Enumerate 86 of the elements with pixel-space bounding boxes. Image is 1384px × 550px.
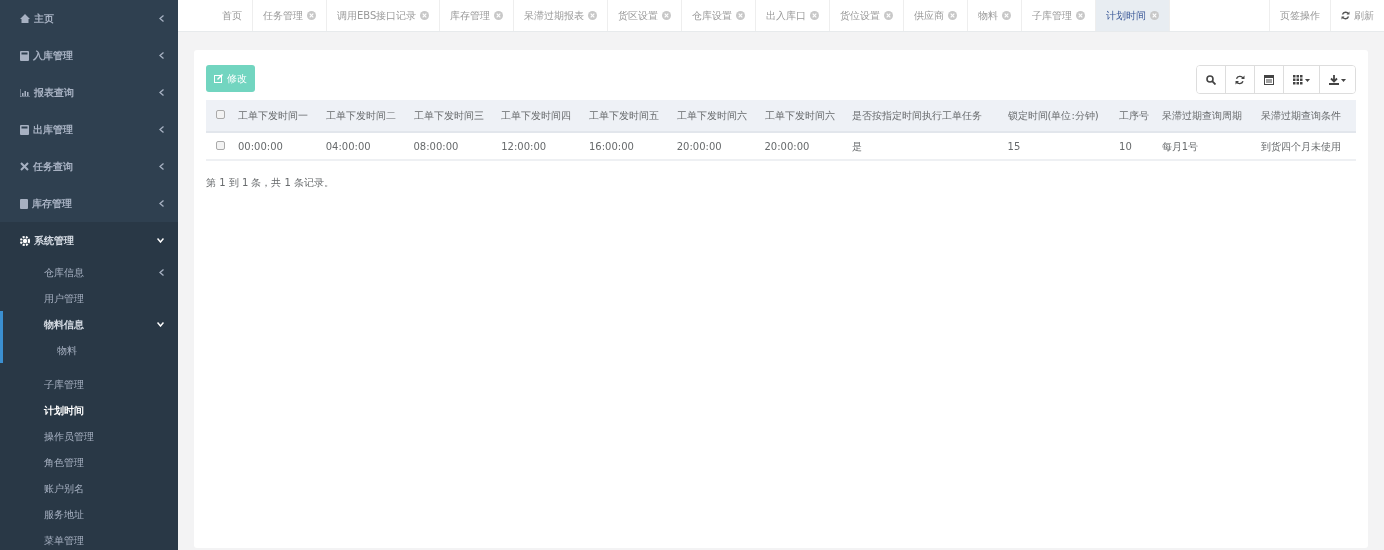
- edit-icon: [214, 74, 223, 83]
- search-icon: [1206, 74, 1216, 85]
- menu-item[interactable]: 菜单管理: [44, 532, 84, 548]
- calculator-icon: [20, 124, 29, 135]
- tools-icon: [20, 162, 29, 171]
- search-button[interactable]: [1197, 66, 1226, 93]
- home-icon: [20, 14, 30, 23]
- close-icon: [948, 11, 958, 20]
- tab[interactable]: 计划时间: [1096, 0, 1171, 31]
- row-checkbox[interactable]: [215, 140, 225, 150]
- column-header: 工序号: [1119, 110, 1150, 121]
- tab-menu-button[interactable]: 页签操作: [1269, 0, 1331, 31]
- tab[interactable]: 物料: [968, 0, 1023, 31]
- tab[interactable]: 首页: [212, 0, 253, 31]
- close-icon: [884, 11, 894, 20]
- table-cell: 04:00:00: [325, 140, 371, 152]
- menu-item[interactable]: 角色管理: [44, 454, 84, 470]
- menu-item[interactable]: 子库管理: [44, 376, 84, 392]
- close-icon: [736, 11, 746, 20]
- table-cell: 是: [852, 140, 863, 152]
- close-icon: [810, 11, 820, 20]
- calculator-icon: [20, 50, 29, 61]
- table-cell: 20:00:00: [764, 140, 810, 152]
- table-cell: 10: [1119, 140, 1132, 152]
- table-cell: 00:00:00: [238, 140, 283, 152]
- menu-item[interactable]: 账户别名: [44, 480, 84, 496]
- close-icon: [1002, 11, 1012, 20]
- column-header: 工单下发时间六: [764, 110, 835, 121]
- menu-item[interactable]: 任务查询: [20, 159, 73, 174]
- menu-item[interactable]: 计划时间: [44, 402, 84, 418]
- menu-item[interactable]: 用户管理: [44, 290, 84, 306]
- refresh-icon: [1341, 11, 1350, 20]
- table-cell: 15: [1007, 140, 1021, 152]
- close-icon: [494, 11, 504, 20]
- menu-item[interactable]: 库存管理: [20, 196, 72, 211]
- menu-item[interactable]: 报表查询: [20, 85, 74, 100]
- table-cell: 每月1号: [1161, 140, 1199, 152]
- menu-item[interactable]: 服务地址: [44, 506, 84, 522]
- menu-item[interactable]: 物料: [57, 342, 77, 358]
- column-header: 工单下发时间三: [413, 110, 484, 121]
- pagination-info: 第 1 到 1 条，共 1 条记录。: [206, 177, 335, 188]
- column-header: 呆滞过期查询条件: [1260, 110, 1341, 121]
- column-header: 呆滞过期查询周期: [1161, 110, 1242, 121]
- tab[interactable]: 货位设置: [830, 0, 905, 31]
- table-cell: 08:00:00: [413, 140, 459, 152]
- menu-item[interactable]: 操作员管理: [44, 428, 94, 444]
- tab[interactable]: 货区设置: [608, 0, 683, 31]
- column-header: 工单下发时间四: [501, 110, 572, 121]
- table-cell: 16:00:00: [589, 140, 634, 152]
- column-header: 锁定时间(单位:分钟): [1007, 110, 1099, 121]
- column-header: 工单下发时间一: [238, 110, 308, 121]
- tab[interactable]: 供应商: [904, 0, 969, 31]
- table-icon: [1264, 74, 1274, 85]
- column-header: 是否按指定时间执行工单任务: [852, 110, 983, 121]
- refresh-button[interactable]: 刷新: [1331, 0, 1384, 31]
- column-header: 工单下发时间二: [325, 110, 396, 121]
- column-header: 工单下发时间六: [676, 110, 747, 121]
- table-cell: 到货四个月未使用: [1260, 140, 1341, 152]
- tab[interactable]: 任务管理: [253, 0, 327, 31]
- grid-icon: [1293, 74, 1310, 85]
- menu-item[interactable]: 入库管理: [20, 48, 73, 63]
- menu-item[interactable]: 出库管理: [20, 122, 73, 137]
- tab[interactable]: 调用EBS接口记录: [327, 0, 441, 31]
- column-header: 工单下发时间五: [589, 110, 659, 121]
- menu-item[interactable]: 系统管理: [20, 233, 74, 248]
- download-icon: [1329, 74, 1346, 85]
- tab[interactable]: 仓库设置: [682, 0, 757, 31]
- close-icon: [307, 11, 316, 20]
- close-icon: [588, 11, 598, 20]
- close-icon: [1150, 11, 1160, 20]
- book-icon: [20, 198, 28, 209]
- select-all-checkbox[interactable]: [215, 110, 225, 119]
- menu-item[interactable]: 仓库信息: [44, 264, 84, 280]
- table-cell: 20:00:00: [676, 140, 722, 152]
- bar-chart-icon: [20, 88, 30, 97]
- tab[interactable]: 库存管理: [440, 0, 515, 31]
- close-icon: [662, 11, 672, 20]
- close-icon: [420, 11, 430, 20]
- tab[interactable]: 呆滞过期报表: [514, 0, 609, 31]
- menu-item[interactable]: 物料信息: [44, 316, 84, 332]
- close-icon: [1076, 11, 1086, 20]
- tab[interactable]: 出入库口: [756, 0, 831, 31]
- menu-item[interactable]: 主页: [20, 11, 54, 26]
- refresh-icon: [1235, 74, 1245, 85]
- gear-icon: [20, 235, 30, 246]
- table-cell: 12:00:00: [501, 140, 547, 152]
